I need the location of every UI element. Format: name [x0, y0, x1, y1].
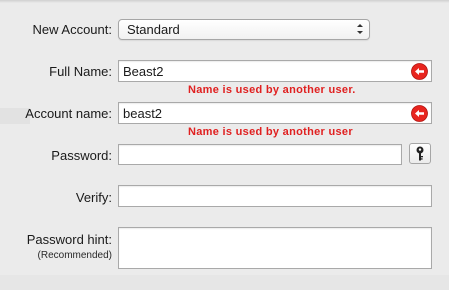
account-name-error: Name is used by another user [188, 126, 353, 138]
verify-field[interactable] [118, 185, 432, 207]
window-top-shadow [0, 0, 449, 3]
account-name-value: beast2 [123, 106, 163, 121]
password-assistant-button[interactable] [409, 143, 431, 164]
full-name-field[interactable]: Beast2 [118, 60, 432, 82]
password-label: Password: [51, 148, 112, 163]
full-name-label: Full Name: [49, 64, 112, 79]
key-icon [416, 146, 424, 161]
new-account-popup-value: Standard [127, 22, 180, 37]
chevron-updown-icon [357, 24, 363, 34]
full-name-error: Name is used by another user. [188, 84, 356, 96]
error-icon[interactable] [411, 63, 428, 80]
account-name-label: Account name: [25, 106, 112, 121]
new-account-label: New Account: [32, 22, 113, 37]
password-field[interactable] [118, 144, 402, 165]
password-hint-label: Password hint: [26, 232, 112, 247]
new-account-popup[interactable]: Standard [118, 19, 370, 40]
background-ghost-band-bottom [0, 275, 449, 290]
verify-label: Verify: [75, 190, 112, 205]
password-hint-sublabel: (Recommended) [37, 250, 112, 261]
password-hint-field[interactable] [118, 227, 432, 269]
account-name-field[interactable]: beast2 [118, 102, 432, 124]
full-name-value: Beast2 [123, 64, 164, 79]
error-icon[interactable] [411, 105, 428, 122]
